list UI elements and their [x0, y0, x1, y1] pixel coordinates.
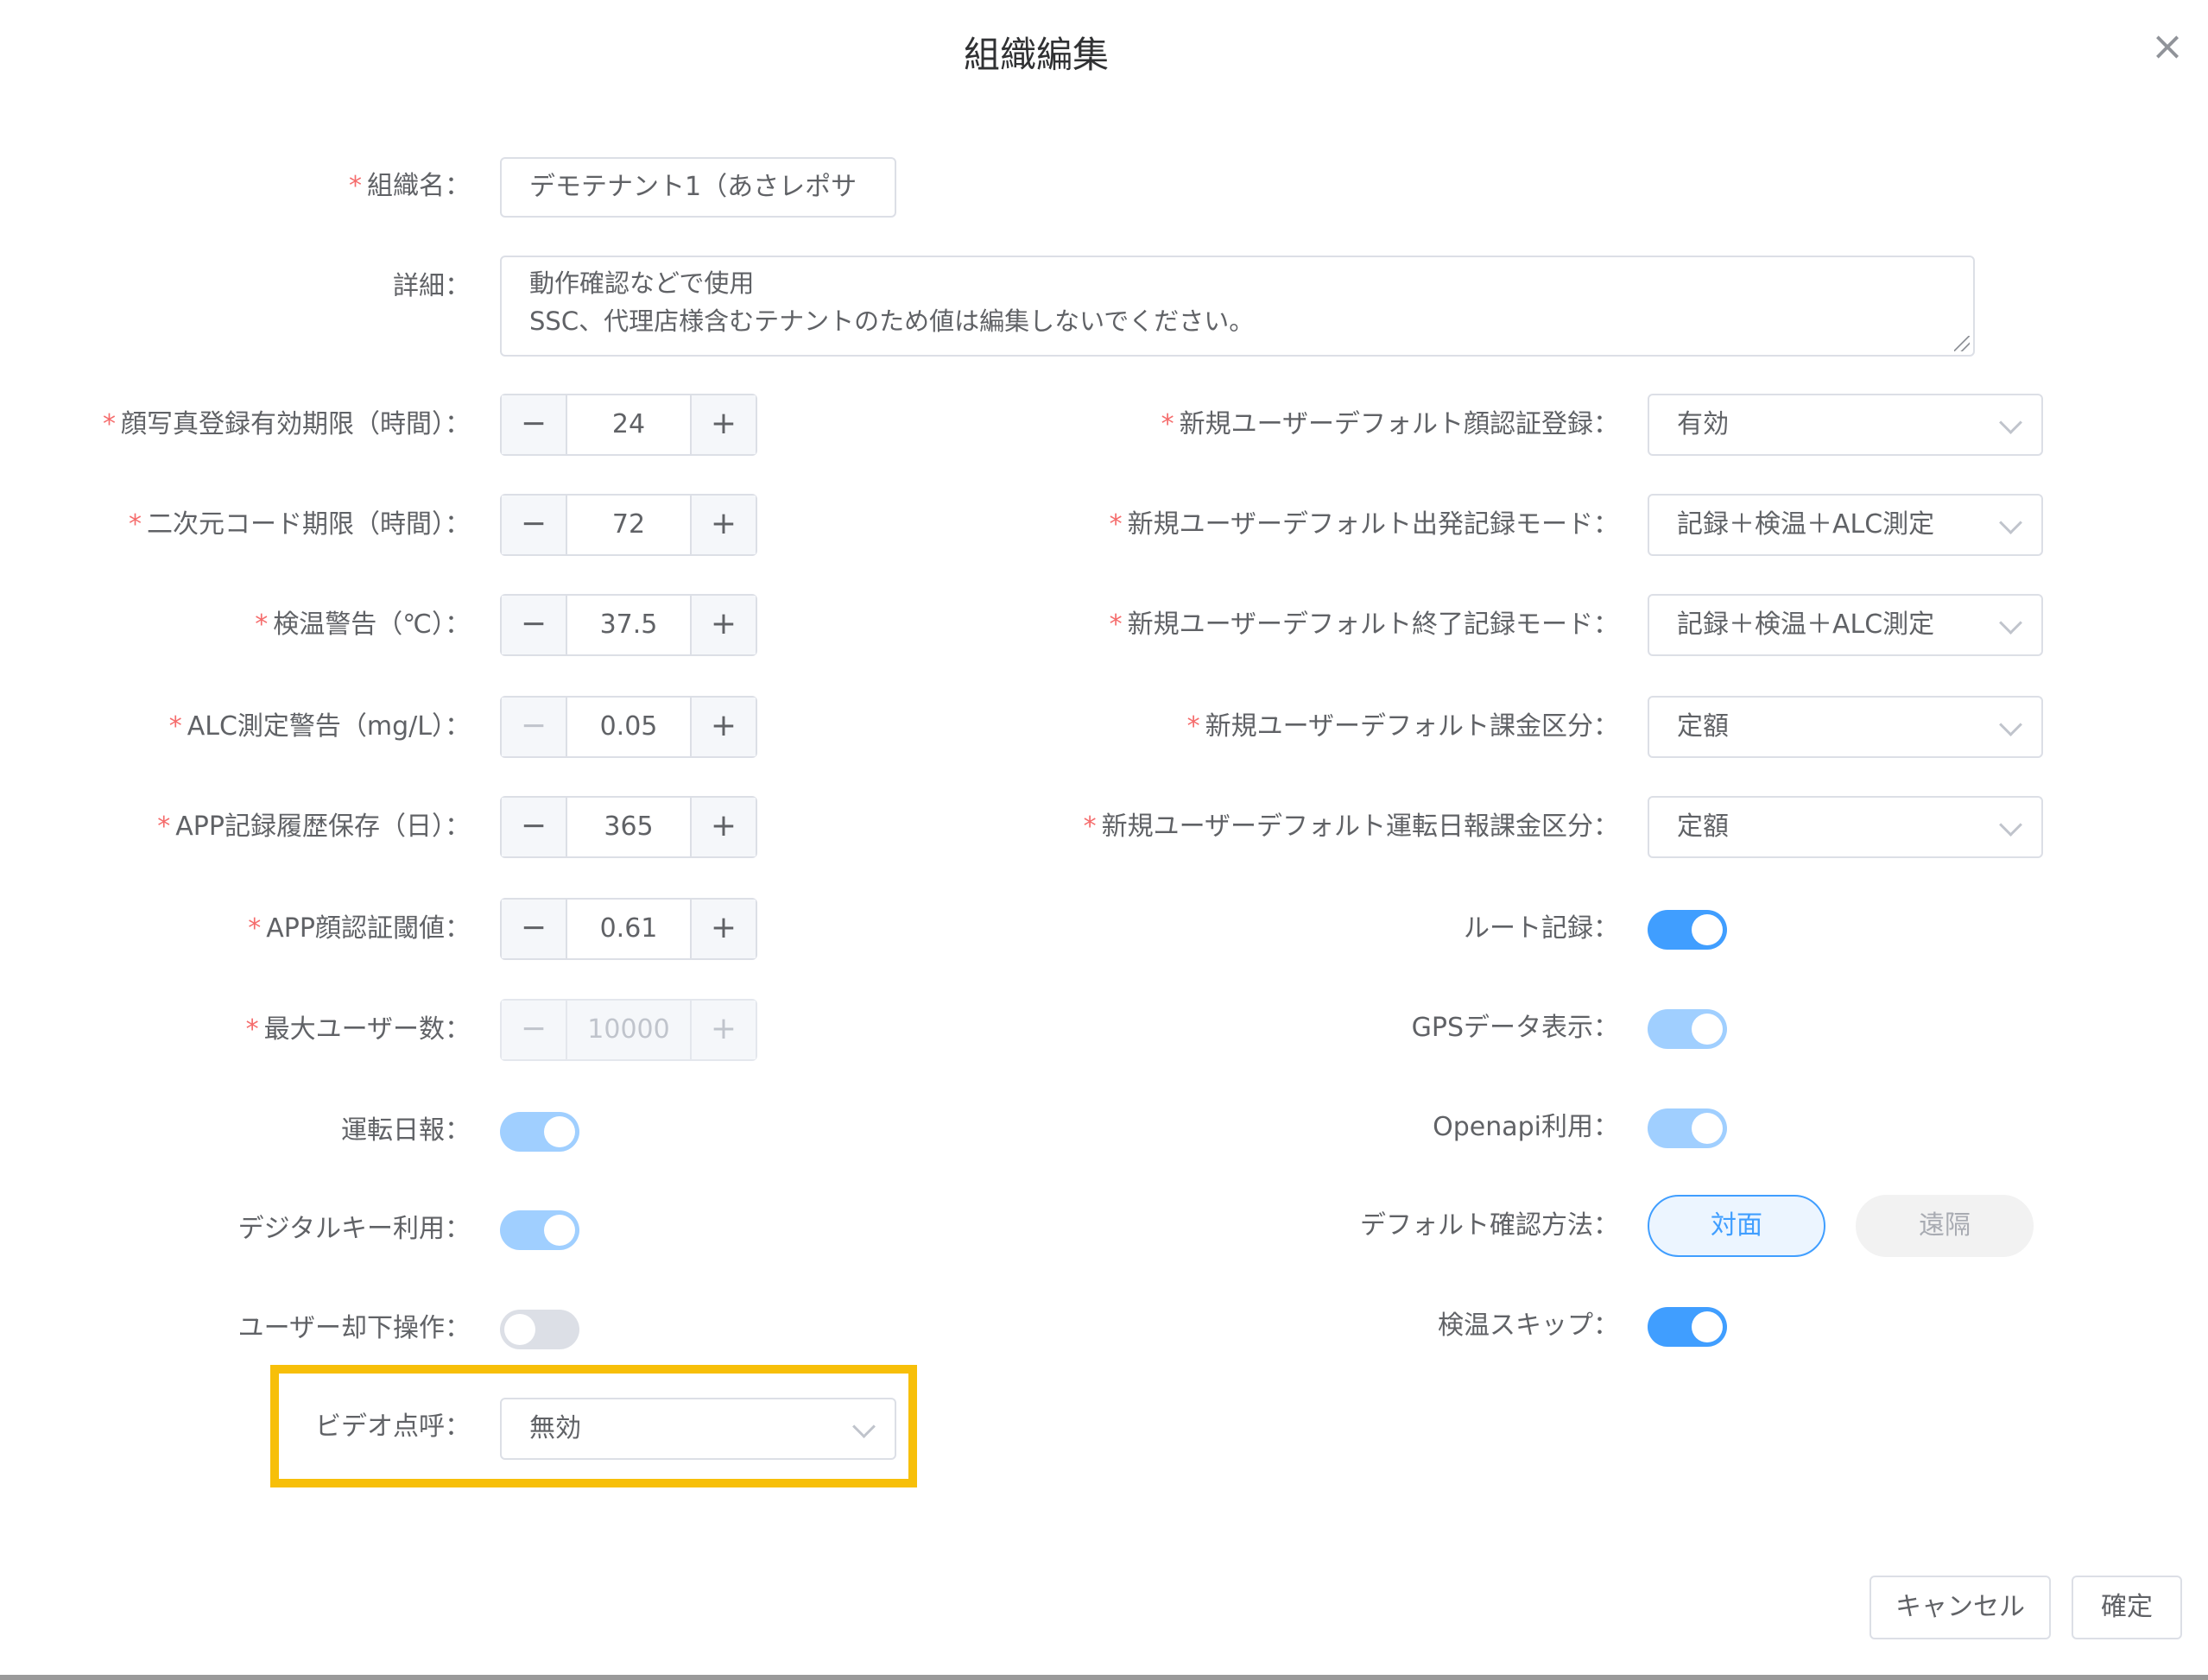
qr-expiry-decrement-button[interactable]: − [502, 496, 567, 554]
app-history-increment-button[interactable]: + [690, 798, 756, 856]
alc-warning-decrement-button[interactable]: − [502, 698, 567, 756]
photo-expiry-stepper: − 24 + [500, 394, 757, 456]
end-mode-label: * 新規ユーザーデフォルト終了記録モード： [1109, 609, 1619, 640]
temp-skip-label: 検温スキップ： [1438, 1311, 1619, 1341]
departure-mode-value: 記録＋検温＋ALC測定 [1677, 509, 1935, 540]
alc-warning-label: * ALC測定警告（mg/L）： [168, 711, 471, 742]
max-users-increment-button: + [690, 1001, 756, 1059]
cancel-button[interactable]: キャンセル [1870, 1576, 2051, 1639]
photo-expiry-decrement-button[interactable]: − [502, 395, 567, 454]
face-threshold-value[interactable]: 0.61 [567, 900, 690, 958]
qr-expiry-value[interactable]: 72 [567, 496, 690, 554]
org-name-label: * 組織名： [349, 171, 471, 201]
temp-warning-decrement-button[interactable]: − [502, 596, 567, 654]
chevron-down-icon [1999, 411, 2022, 434]
confirm-button[interactable]: 確定 [2072, 1576, 2182, 1639]
close-icon[interactable]: × [2146, 24, 2189, 67]
temp-warning-stepper: − 37.5 + [500, 594, 757, 656]
billing-label: * 新規ユーザーデフォルト課金区分： [1186, 711, 1619, 742]
face-threshold-label: * APP顔認証閾値： [248, 913, 471, 944]
face-threshold-decrement-button[interactable]: − [502, 900, 567, 958]
app-history-stepper: − 365 + [500, 796, 757, 858]
face-threshold-increment-button[interactable]: + [690, 900, 756, 958]
confirm-method-option-remote[interactable]: 遠隔 [1856, 1195, 2034, 1257]
face-reg-label: * 新規ユーザーデフォルト顔認証登録： [1161, 409, 1619, 439]
departure-mode-label: * 新規ユーザーデフォルト出発記録モード： [1109, 509, 1619, 540]
qr-expiry-label: * 二次元コード期限（時間）： [129, 509, 471, 540]
report-billing-select[interactable]: 定額 [1648, 796, 2043, 858]
org-name-input[interactable]: デモテナント1（あさレポサ [500, 157, 896, 218]
temp-warning-value[interactable]: 37.5 [567, 596, 690, 654]
video-rollcall-label: ビデオ点呼： [315, 1412, 471, 1442]
switch-knob [544, 1116, 575, 1147]
gps-display-switch[interactable] [1648, 1009, 1727, 1049]
max-users-label: * 最大ユーザー数： [245, 1014, 471, 1045]
resize-handle-icon[interactable] [1954, 336, 1970, 351]
departure-mode-select[interactable]: 記録＋検温＋ALC測定 [1648, 494, 2043, 556]
openapi-label: Openapi利用： [1433, 1112, 1619, 1142]
switch-knob [1692, 1014, 1723, 1045]
user-reject-switch[interactable] [500, 1310, 579, 1349]
gps-display-label: GPSデータ表示： [1411, 1013, 1619, 1043]
daily-report-switch[interactable] [500, 1112, 579, 1152]
qr-expiry-stepper: − 72 + [500, 494, 757, 556]
chevron-down-icon [1999, 713, 2022, 736]
qr-expiry-increment-button[interactable]: + [690, 496, 756, 554]
photo-expiry-increment-button[interactable]: + [690, 395, 756, 454]
dialog-title: 組織編集 [963, 34, 1109, 76]
report-billing-label: * 新規ユーザーデフォルト運転日報課金区分： [1083, 812, 1619, 842]
photo-expiry-label: * 顔写真登録有効期限（時間）： [103, 409, 471, 439]
daily-report-label: 運転日報： [341, 1115, 471, 1146]
end-mode-select[interactable]: 記録＋検温＋ALC測定 [1648, 594, 2043, 656]
max-users-stepper: − 10000 + [500, 999, 757, 1061]
app-history-value[interactable]: 365 [567, 798, 690, 856]
video-rollcall-value: 無効 [529, 1413, 581, 1443]
route-record-switch[interactable] [1648, 910, 1727, 950]
temp-warning-increment-button[interactable]: + [690, 596, 756, 654]
temp-skip-switch[interactable] [1648, 1307, 1727, 1347]
switch-knob [1692, 914, 1723, 945]
switch-knob [1692, 1113, 1723, 1144]
user-reject-label: ユーザー却下操作： [237, 1313, 471, 1343]
confirm-method-option-in-person[interactable]: 対面 [1648, 1195, 1825, 1257]
video-rollcall-select[interactable]: 無効 [500, 1398, 896, 1460]
switch-knob [1692, 1311, 1723, 1342]
details-label: 詳細： [393, 271, 471, 301]
alc-warning-value[interactable]: 0.05 [567, 698, 690, 756]
chevron-down-icon [1999, 611, 2022, 635]
max-users-decrement-button: − [502, 1001, 567, 1059]
billing-select[interactable]: 定額 [1648, 696, 2043, 758]
chevron-down-icon [1999, 813, 2022, 837]
switch-knob [544, 1215, 575, 1246]
face-threshold-stepper: − 0.61 + [500, 898, 757, 960]
app-history-decrement-button[interactable]: − [502, 798, 567, 856]
chevron-down-icon [852, 1415, 876, 1438]
chevron-down-icon [1999, 511, 2022, 534]
photo-expiry-value[interactable]: 24 [567, 395, 690, 454]
billing-value: 定額 [1677, 711, 1729, 742]
digital-key-switch[interactable] [500, 1210, 579, 1250]
alc-warning-increment-button[interactable]: + [690, 698, 756, 756]
openapi-switch[interactable] [1648, 1108, 1727, 1148]
switch-knob [504, 1314, 535, 1345]
details-line-2: SSC、代理店様含むテナントのため値は編集しないでください。 [529, 306, 1255, 336]
route-record-label: ルート記録： [1464, 913, 1619, 944]
report-billing-value: 定額 [1677, 812, 1729, 842]
end-mode-value: 記録＋検温＋ALC測定 [1677, 609, 1935, 640]
window-bottom-border [0, 1675, 2208, 1680]
max-users-value: 10000 [587, 1014, 670, 1045]
details-textarea[interactable]: 動作確認などで使用 SSC、代理店様含むテナントのため値は編集しないでください。 [500, 256, 1975, 357]
temp-warning-label: * 検温警告（℃）： [255, 609, 471, 640]
org-edit-dialog: 組織編集 × * 組織名： デモテナント1（あさレポサ 詳細： 動作確認などで使用… [0, 0, 2208, 1680]
face-reg-select[interactable]: 有効 [1648, 394, 2043, 456]
alc-warning-stepper: − 0.05 + [500, 696, 757, 758]
details-line-1: 動作確認などで使用 [529, 268, 755, 298]
app-history-label: * APP記録履歴保存（日）： [157, 812, 471, 842]
confirm-method-label: デフォルト確認方法： [1360, 1210, 1619, 1241]
digital-key-label: デジタルキー利用： [237, 1214, 471, 1244]
face-reg-value: 有効 [1677, 409, 1729, 439]
